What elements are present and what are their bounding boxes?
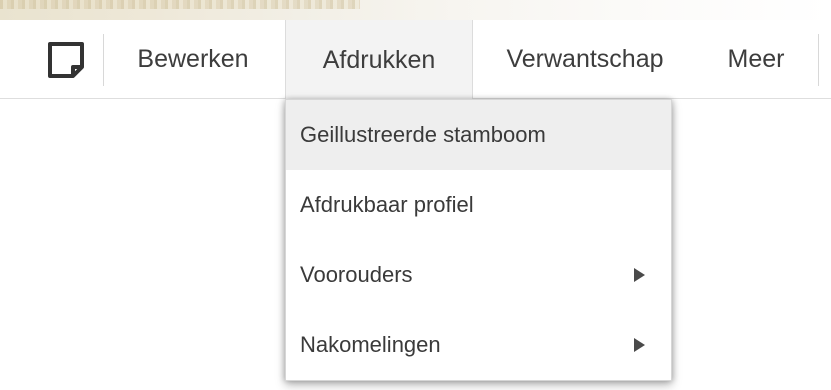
menu-item-geillustreerde-stamboom[interactable]: Geillustreerde stamboom bbox=[286, 100, 671, 170]
menu-item-voorouders[interactable]: Voorouders bbox=[286, 240, 671, 310]
profile-toolbar: Bewerken Afdrukken Verwantschap Meer bbox=[0, 20, 831, 100]
tab-verwantschap[interactable]: Verwantschap bbox=[474, 20, 696, 99]
header-texture-strip bbox=[0, 0, 831, 20]
tab-bewerken[interactable]: Bewerken bbox=[105, 20, 281, 99]
menu-item-nakomelingen[interactable]: Nakomelingen bbox=[286, 310, 671, 380]
page: Bewerken Afdrukken Verwantschap Meer Gei… bbox=[0, 0, 831, 390]
tab-afdrukken[interactable]: Afdrukken bbox=[285, 20, 473, 100]
menu-item-label: Geillustreerde stamboom bbox=[300, 122, 546, 147]
triangle-right-icon bbox=[634, 338, 645, 352]
menu-item-label: Voorouders bbox=[300, 262, 413, 287]
note-button[interactable] bbox=[28, 34, 104, 86]
menu-item-label: Nakomelingen bbox=[300, 332, 441, 357]
afdrukken-dropdown-menu: Geillustreerde stamboom Afdrukbaar profi… bbox=[285, 99, 672, 381]
menu-item-label: Afdrukbaar profiel bbox=[300, 192, 474, 217]
toolbar-divider bbox=[818, 34, 819, 86]
triangle-right-icon bbox=[634, 268, 645, 282]
menu-item-afdrukbaar-profiel[interactable]: Afdrukbaar profiel bbox=[286, 170, 671, 240]
tab-meer[interactable]: Meer bbox=[697, 20, 815, 99]
sticky-note-icon bbox=[46, 40, 86, 80]
